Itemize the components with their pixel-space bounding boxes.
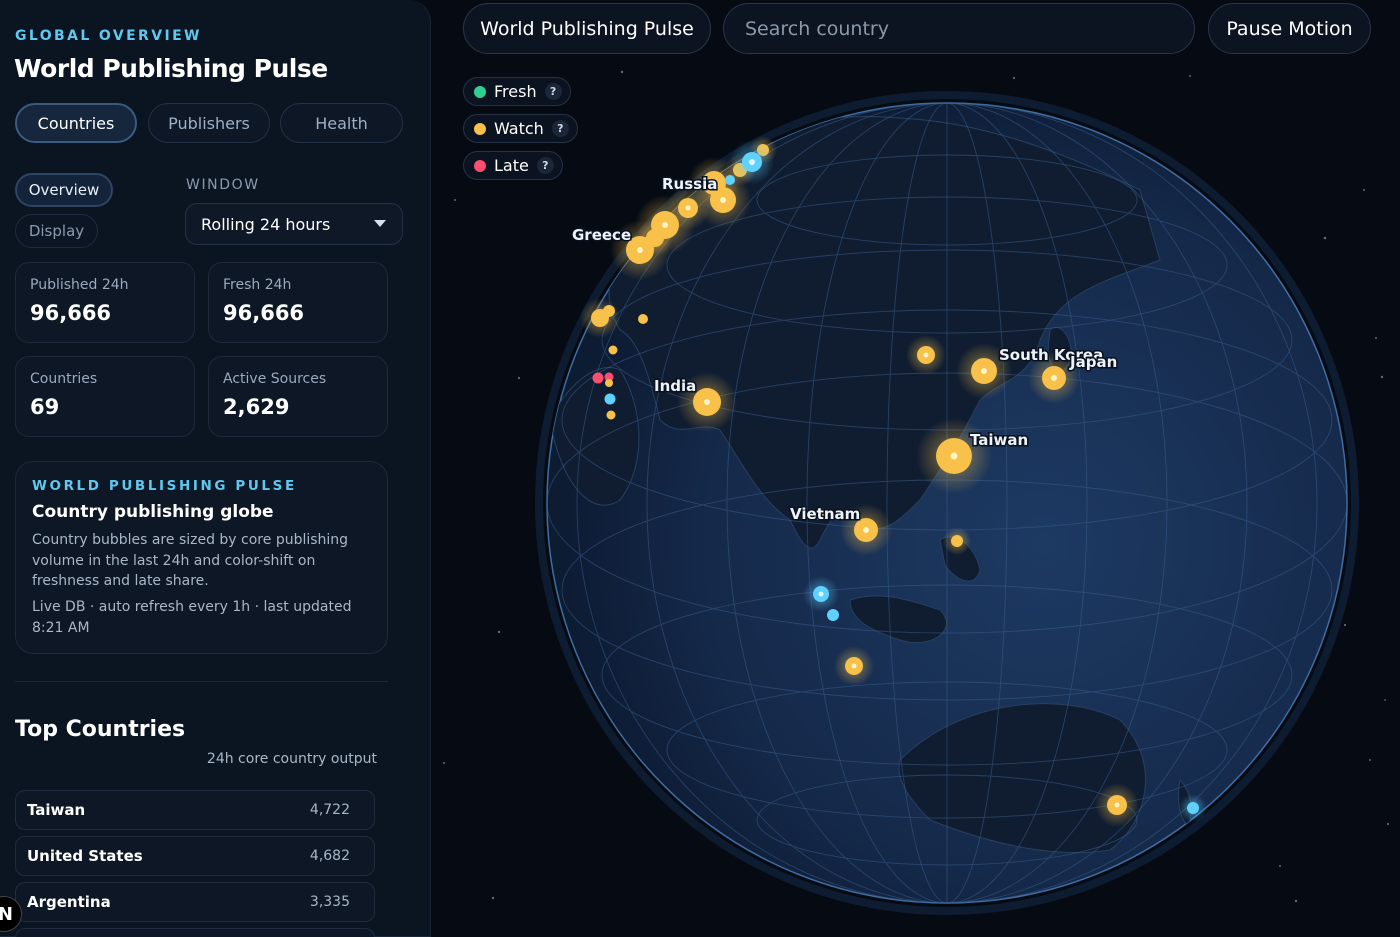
bubble-watch[interactable] bbox=[637, 220, 673, 256]
bubble-fresh[interactable] bbox=[604, 393, 616, 405]
bubble-watch[interactable] bbox=[1095, 783, 1139, 827]
bubble-fresh[interactable] bbox=[1179, 794, 1207, 822]
tab-health[interactable]: Health bbox=[280, 103, 403, 143]
bubble-watch[interactable] bbox=[834, 646, 874, 686]
top-countries-subtitle: 24h core country output bbox=[206, 751, 377, 767]
info-card: WORLD PUBLISHING PULSE Country publishin… bbox=[15, 461, 388, 654]
stat-label: Fresh 24h bbox=[223, 277, 292, 293]
bubble-watch[interactable] bbox=[608, 345, 618, 355]
bubble-watch[interactable] bbox=[603, 305, 615, 317]
tab-countries[interactable]: Countries bbox=[15, 103, 137, 143]
view-overview[interactable]: Overview bbox=[15, 173, 113, 207]
divider bbox=[15, 681, 388, 682]
stat-label: Countries bbox=[30, 371, 98, 387]
globe-map[interactable]: Russia Greece India South Korea Japan Ta… bbox=[431, 55, 1400, 937]
list-item[interactable]: United States 4,682 bbox=[15, 836, 375, 876]
info-meta: Live DB · auto refresh every 1h · last u… bbox=[32, 599, 352, 636]
label-taiwan: Taiwan bbox=[970, 431, 1028, 449]
stat-card-countries: Countries 69 bbox=[15, 356, 195, 437]
sidebar-eyebrow: GLOBAL OVERVIEW bbox=[15, 28, 202, 44]
country-name: Argentina bbox=[27, 893, 111, 911]
info-eyebrow: WORLD PUBLISHING PULSE bbox=[32, 478, 297, 494]
stat-label: Active Sources bbox=[223, 371, 327, 387]
tab-publishers[interactable]: Publishers bbox=[148, 103, 270, 143]
stat-label: Published 24h bbox=[30, 277, 129, 293]
stat-value: 96,666 bbox=[223, 301, 305, 325]
bubble-watch[interactable] bbox=[606, 410, 616, 420]
label-japan: Japan bbox=[1069, 353, 1117, 371]
bubble-late[interactable] bbox=[592, 372, 604, 384]
list-item[interactable] bbox=[15, 928, 375, 937]
country-output: 4,682 bbox=[309, 848, 350, 864]
bubble-fresh[interactable] bbox=[725, 175, 735, 185]
stat-value: 2,629 bbox=[223, 395, 290, 419]
stat-card-sources: Active Sources 2,629 bbox=[208, 356, 388, 437]
window-select[interactable]: Rolling 24 hours bbox=[185, 203, 403, 245]
info-title: Country publishing globe bbox=[32, 502, 274, 522]
bubble-watch[interactable] bbox=[638, 314, 648, 324]
top-countries-title: Top Countries bbox=[15, 717, 186, 742]
bubble-fresh[interactable] bbox=[730, 140, 774, 184]
label-vietnam: Vietnam bbox=[790, 505, 860, 523]
label-russia: Russia bbox=[662, 175, 717, 193]
stat-value: 96,666 bbox=[30, 301, 112, 325]
caret-down-icon bbox=[374, 220, 386, 227]
window-select-value: Rolling 24 hours bbox=[201, 214, 331, 234]
search-input[interactable] bbox=[723, 3, 1195, 54]
pause-motion-button[interactable]: Pause Motion bbox=[1208, 3, 1371, 54]
stat-value: 69 bbox=[30, 395, 60, 419]
info-description: Country bubbles are sized by core publis… bbox=[32, 532, 349, 589]
country-name: Taiwan bbox=[27, 801, 86, 819]
stat-card-published: Published 24h 96,666 bbox=[15, 262, 195, 343]
sidebar: GLOBAL OVERVIEW World Publishing Pulse C… bbox=[0, 0, 431, 937]
bubble-watch[interactable] bbox=[580, 298, 620, 338]
bubble-watch[interactable] bbox=[916, 418, 992, 494]
bubble-watch[interactable] bbox=[906, 335, 946, 375]
label-greece: Greece bbox=[572, 226, 631, 244]
bubble-fresh[interactable] bbox=[803, 576, 839, 612]
app-title: World Publishing Pulse bbox=[14, 54, 328, 83]
stat-card-fresh: Fresh 24h 96,666 bbox=[208, 262, 388, 343]
title-button[interactable]: World Publishing Pulse bbox=[463, 3, 711, 54]
label-india: India bbox=[654, 377, 696, 395]
bubble-watch[interactable] bbox=[605, 379, 613, 387]
country-output: 4,722 bbox=[309, 802, 350, 818]
bubble-fresh[interactable] bbox=[827, 609, 839, 621]
country-output: 3,335 bbox=[309, 894, 350, 910]
window-label: WINDOW bbox=[186, 177, 260, 193]
list-item[interactable]: Argentina 3,335 bbox=[15, 882, 375, 922]
list-item[interactable]: Taiwan 4,722 bbox=[15, 790, 375, 830]
bubble-watch[interactable] bbox=[943, 527, 971, 555]
view-display[interactable]: Display bbox=[15, 214, 98, 248]
country-name: United States bbox=[27, 847, 143, 865]
